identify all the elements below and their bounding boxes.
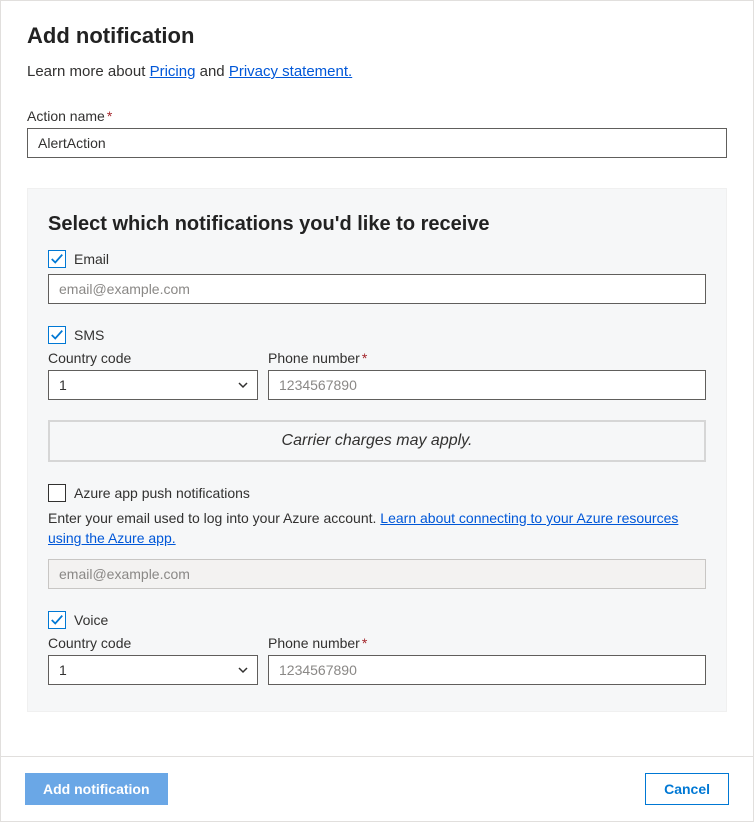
- azure-push-checkbox-row: Azure app push notifications: [48, 484, 706, 502]
- pricing-link[interactable]: Pricing: [150, 63, 196, 80]
- azure-push-sub-section: Azure app push notifications Enter your …: [48, 484, 706, 589]
- voice-country-label: Country code: [48, 635, 258, 651]
- check-icon: [50, 328, 64, 342]
- learn-prefix: Learn more about: [27, 63, 150, 80]
- sms-checkbox-row: SMS: [48, 326, 706, 344]
- voice-checkbox-row: Voice: [48, 611, 706, 629]
- notifications-section: Select which notifications you'd like to…: [27, 188, 727, 712]
- and-text: and: [200, 63, 229, 80]
- voice-phone-label-text: Phone number: [268, 635, 360, 651]
- azure-push-email-input: [48, 559, 706, 589]
- add-notification-button[interactable]: Add notification: [25, 773, 168, 805]
- voice-country-select[interactable]: 1: [48, 655, 258, 685]
- voice-sub-section: Voice Country code 1 Phone number*: [48, 611, 706, 685]
- footer: Add notification Cancel: [1, 756, 753, 821]
- required-asterisk: *: [362, 350, 367, 366]
- email-checkbox[interactable]: [48, 250, 66, 268]
- cancel-button[interactable]: Cancel: [645, 773, 729, 805]
- carrier-notice: Carrier charges may apply.: [48, 420, 706, 462]
- sms-phone-input[interactable]: [268, 370, 706, 400]
- sms-checkbox[interactable]: [48, 326, 66, 344]
- required-asterisk: *: [362, 635, 367, 651]
- sms-country-value: 1: [59, 377, 67, 393]
- page-title: Add notification: [27, 23, 727, 49]
- sms-phone-label: Phone number*: [268, 350, 706, 366]
- email-checkbox-row: Email: [48, 250, 706, 268]
- sms-label: SMS: [74, 327, 104, 343]
- required-asterisk: *: [107, 108, 112, 124]
- voice-row: Country code 1 Phone number*: [48, 635, 706, 685]
- sms-phone-label-text: Phone number: [268, 350, 360, 366]
- sms-country-label: Country code: [48, 350, 258, 366]
- azure-push-help-prefix: Enter your email used to log into your A…: [48, 510, 380, 526]
- check-icon: [50, 252, 64, 266]
- azure-push-help: Enter your email used to log into your A…: [48, 508, 706, 549]
- sms-country-select[interactable]: 1: [48, 370, 258, 400]
- voice-phone-input[interactable]: [268, 655, 706, 685]
- action-name-input[interactable]: [27, 128, 727, 158]
- sms-row: Country code 1 Phone number*: [48, 350, 706, 400]
- action-name-label: Action name*: [27, 108, 727, 124]
- panel-content: Add notification Learn more about Pricin…: [1, 1, 753, 756]
- email-label: Email: [74, 251, 109, 267]
- chevron-down-icon: [237, 379, 249, 391]
- voice-label: Voice: [74, 612, 108, 628]
- learn-more-text: Learn more about Pricing and Privacy sta…: [27, 63, 727, 80]
- voice-checkbox[interactable]: [48, 611, 66, 629]
- email-input[interactable]: [48, 274, 706, 304]
- action-name-label-text: Action name: [27, 108, 105, 124]
- chevron-down-icon: [237, 664, 249, 676]
- azure-push-checkbox[interactable]: [48, 484, 66, 502]
- check-icon: [50, 613, 64, 627]
- privacy-link[interactable]: Privacy statement.: [229, 63, 352, 80]
- voice-phone-label: Phone number*: [268, 635, 706, 651]
- section-title: Select which notifications you'd like to…: [48, 213, 706, 236]
- azure-push-label: Azure app push notifications: [74, 485, 250, 501]
- sms-sub-section: SMS Country code 1 Phone number*: [48, 326, 706, 400]
- voice-country-value: 1: [59, 662, 67, 678]
